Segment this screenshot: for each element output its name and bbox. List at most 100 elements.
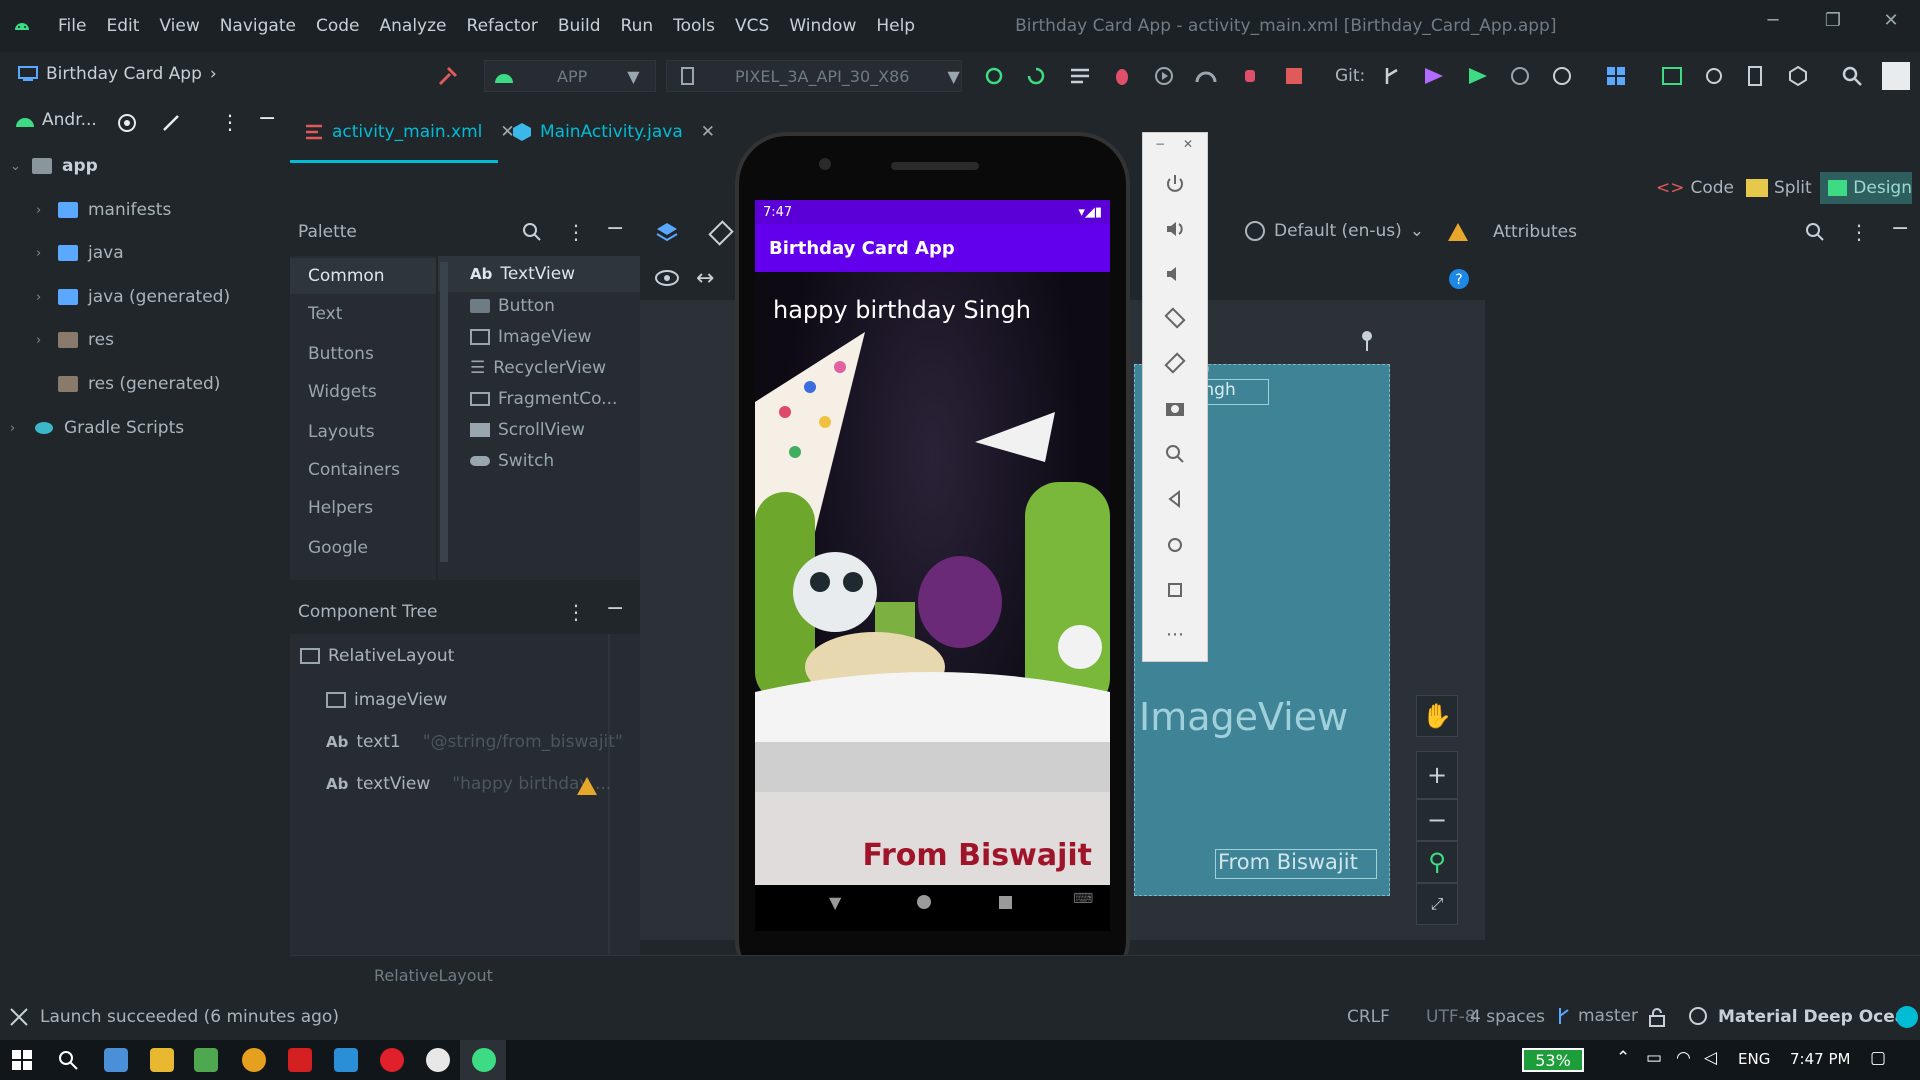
keyboard-icon[interactable]: ⌨ (1073, 891, 1093, 907)
search-icon[interactable] (1840, 64, 1864, 88)
palette-widget-switch[interactable]: Switch (470, 451, 554, 471)
split-view-toggle[interactable]: Split (1746, 172, 1812, 204)
close-tab-icon[interactable]: ✕ (701, 122, 715, 142)
tree-item-app[interactable]: ⌄ app (10, 156, 98, 176)
theme-name[interactable]: Material Deep Ocean (1718, 1007, 1918, 1027)
back-triangle-icon[interactable] (1160, 484, 1190, 514)
more-options-icon[interactable]: ⋮ (566, 220, 586, 244)
palette-category-helpers[interactable]: Helpers (308, 498, 373, 518)
list-icon[interactable] (1068, 64, 1092, 88)
palette-category-widgets[interactable]: Widgets (308, 382, 377, 402)
power-icon[interactable] (1160, 169, 1190, 199)
plug-icon[interactable] (1238, 64, 1262, 88)
lock-icon[interactable] (1648, 1007, 1666, 1027)
menu-window[interactable]: Window (779, 16, 866, 36)
category-scrollbar[interactable] (440, 262, 448, 562)
overview-square-icon[interactable] (1160, 575, 1190, 605)
menu-file[interactable]: File (48, 16, 96, 36)
menu-tools[interactable]: Tools (663, 16, 725, 36)
menu-navigate[interactable]: Navigate (210, 16, 306, 36)
theme-icon[interactable] (1688, 1006, 1708, 1026)
palette-category-containers[interactable]: Containers (308, 460, 400, 480)
locale-dropdown[interactable]: Default (en-us) ⌄ (1244, 220, 1424, 242)
sdk-manager-icon[interactable] (1786, 64, 1810, 88)
more-options-icon[interactable]: ⋮ (1849, 220, 1869, 244)
search-icon[interactable] (56, 1048, 80, 1072)
component-textview[interactable]: Ab textView "happy birthday ... (326, 774, 611, 794)
palette-widget-scrollview[interactable]: ScrollView (470, 420, 585, 440)
code-view-toggle[interactable]: <> Code (1656, 172, 1734, 204)
attach-debugger-icon[interactable] (1152, 64, 1176, 88)
resize-arrows-icon[interactable]: ↔ (696, 266, 714, 291)
palette-category-google[interactable]: Google (308, 538, 368, 558)
more-options-icon[interactable]: ⋮ (566, 600, 586, 624)
layers-icon[interactable] (654, 220, 680, 246)
profiler-icon[interactable] (1194, 64, 1218, 88)
palette-category-layouts[interactable]: Layouts (308, 422, 375, 442)
restore-icon[interactable]: ❐ (1818, 10, 1848, 40)
tab-main-activity-java[interactable]: MainActivity.java ✕ (512, 114, 715, 150)
close-window-icon[interactable]: ✕ (1876, 10, 1906, 40)
opera-icon[interactable] (380, 1048, 404, 1072)
palette-category-buttons[interactable]: Buttons (308, 344, 374, 364)
component-text1[interactable]: Ab text1 "@string/from_biswajit" (326, 732, 623, 752)
design-view-toggle[interactable]: Design (1820, 172, 1912, 204)
menu-run[interactable]: Run (611, 16, 664, 36)
refresh-icon[interactable] (982, 64, 1006, 88)
zoom-to-fit-icon[interactable]: ⚲ (1416, 841, 1458, 883)
run-config-dropdown[interactable]: APP ▼ (484, 60, 656, 92)
rollback-icon[interactable] (1550, 64, 1574, 88)
notepad-icon[interactable] (194, 1048, 218, 1072)
zoom-out-icon[interactable]: − (1416, 799, 1458, 841)
nav-recents-icon[interactable] (999, 896, 1012, 909)
zoom-in-icon[interactable]: + (1416, 751, 1458, 799)
layout-grid-icon[interactable] (1604, 64, 1628, 88)
tree-item-res-generated[interactable]: res (generated) (58, 374, 220, 394)
chrome-icon[interactable] (242, 1048, 266, 1072)
fit-screen-icon[interactable]: ⤢ (1416, 883, 1458, 925)
help-icon[interactable]: ? (1448, 268, 1470, 290)
target-icon[interactable] (116, 112, 138, 134)
component-imageview[interactable]: imageView (326, 690, 447, 710)
more-options-icon[interactable]: ⋮ (220, 110, 240, 134)
menu-vcs[interactable]: VCS (725, 16, 779, 36)
wifi-icon[interactable]: ◠ (1676, 1048, 1691, 1068)
stop-icon[interactable] (1282, 64, 1306, 88)
emulator-screen[interactable]: 7:47 ▾◢▮ Birthday Card App happy birthda… (755, 200, 1110, 885)
terminal-icon[interactable] (1660, 64, 1684, 88)
battery-icon[interactable]: ▭ (1646, 1048, 1662, 1068)
file-encoding[interactable]: UTF-8 (1426, 1007, 1476, 1027)
rotate-right-icon[interactable] (1160, 348, 1190, 378)
collapse-icon[interactable] (160, 112, 182, 134)
pan-hand-icon[interactable]: ✋ (1416, 695, 1458, 737)
file-explorer-icon[interactable] (150, 1048, 174, 1072)
line-ending[interactable]: CRLF (1347, 1007, 1390, 1027)
vscode-icon[interactable] (334, 1048, 358, 1072)
hide-panel-icon[interactable]: − (606, 596, 624, 621)
git-push-icon[interactable] (1422, 64, 1446, 88)
camera-screenshot-icon[interactable] (1160, 393, 1190, 423)
hide-panel-icon[interactable]: − (258, 106, 276, 131)
palette-widget-recyclerview[interactable]: ☰ RecyclerView (470, 358, 606, 378)
avd-manager-icon[interactable] (1744, 64, 1768, 88)
system-clock[interactable]: 7:47 PM (1790, 1050, 1850, 1068)
menu-help[interactable]: Help (866, 16, 925, 36)
chevron-up-icon[interactable]: ⌃ (1616, 1048, 1630, 1068)
warning-icon[interactable] (576, 776, 598, 796)
sync-gradle-icon[interactable] (1702, 64, 1726, 88)
git-branch-icon[interactable] (1380, 64, 1404, 88)
palette-widget-fragmentcontainer[interactable]: FragmentCo... (470, 389, 617, 409)
tree-item-res[interactable]: › res (36, 330, 114, 350)
rotate-orientation-icon[interactable] (708, 220, 734, 246)
tree-item-manifests[interactable]: › manifests (36, 200, 171, 220)
git-commit-icon[interactable] (1466, 64, 1490, 88)
input-language[interactable]: ENG (1738, 1050, 1770, 1068)
tree-item-java[interactable]: › java (36, 243, 124, 263)
status-message[interactable]: Launch succeeded (6 minutes ago) (40, 1007, 339, 1027)
menu-edit[interactable]: Edit (96, 16, 149, 36)
emu-close-icon[interactable]: ✕ (1183, 137, 1193, 151)
palette-widget-textview[interactable]: Ab TextView (470, 264, 575, 284)
nav-back-icon[interactable]: ▼ (829, 893, 841, 912)
home-circle-icon[interactable] (1160, 530, 1190, 560)
hide-panel-icon[interactable]: − (606, 216, 624, 241)
